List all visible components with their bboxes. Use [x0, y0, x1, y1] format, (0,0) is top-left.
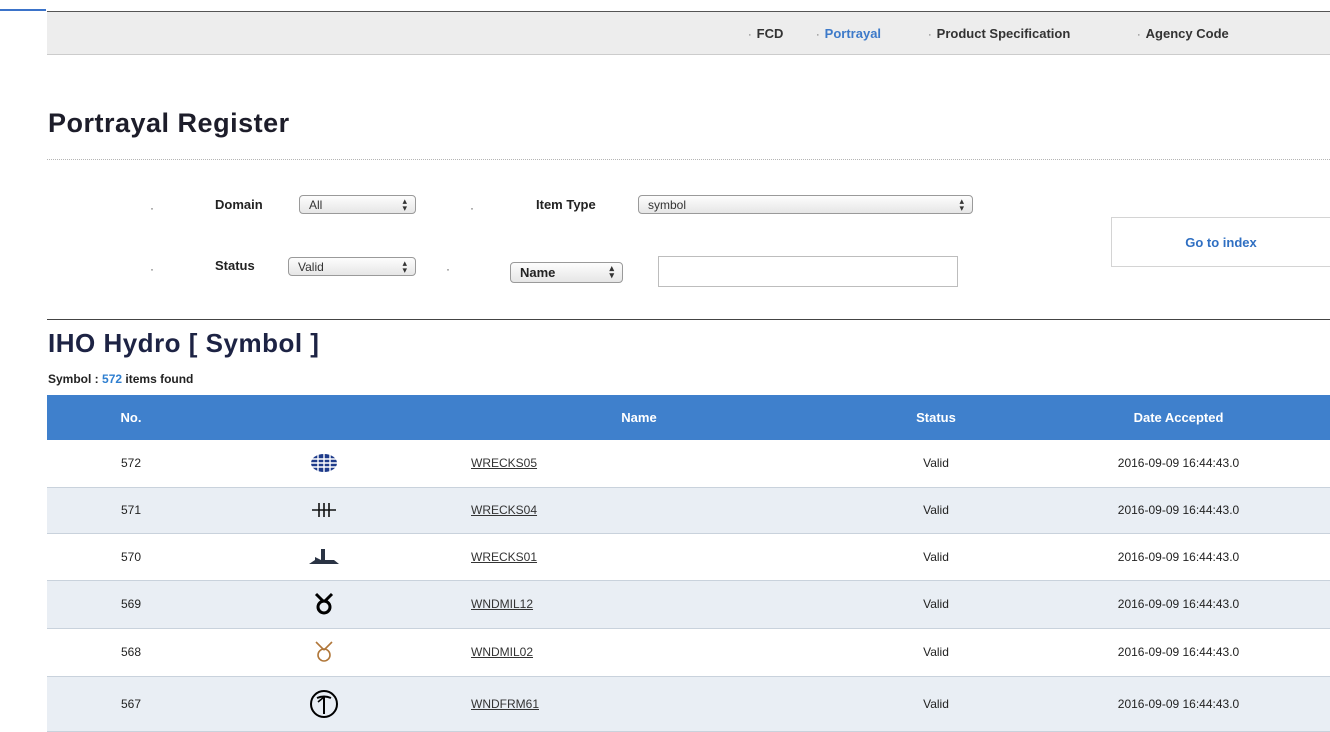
name-cell: WNDFRM61: [433, 676, 845, 732]
item-type-select[interactable]: symbol ▴ ▾: [638, 195, 973, 214]
wreck-hash-icon: [312, 503, 336, 517]
filter-bullet: ·: [446, 262, 450, 276]
nav-link-agency-code[interactable]: · Agency Code: [1137, 26, 1229, 41]
domain-label: Domain: [215, 197, 263, 212]
date-accepted-cell: 2016-09-09 16:44:43.0: [1027, 440, 1330, 488]
row-number: 572: [47, 440, 215, 488]
search-field-select[interactable]: Name ▴ ▾: [510, 262, 623, 283]
result-count-suffix: items found: [125, 372, 194, 386]
select-arrows-icon: ▴ ▾: [402, 258, 407, 275]
page-title: Portrayal Register: [48, 108, 290, 138]
table-row: 568 WNDMIL02 Valid 2016-09-09 16:44:43.0: [47, 628, 1330, 677]
symbol-name-link[interactable]: WRECKS04: [471, 503, 537, 517]
row-number: 571: [47, 487, 215, 534]
nav-bullet: ·: [1137, 29, 1141, 41]
column-header-no[interactable]: No.: [47, 395, 215, 440]
go-to-index-box: Go to index: [1111, 217, 1330, 267]
result-count-number: 572: [102, 372, 123, 386]
symbol-name-link[interactable]: WRECKS05: [471, 456, 537, 470]
filter-bullet: ·: [470, 201, 474, 215]
row-number: 568: [47, 628, 215, 677]
symbol-cell: [215, 580, 433, 629]
status-cell: Valid: [845, 676, 1027, 732]
select-arrows-icon: ▴ ▾: [609, 263, 614, 280]
name-cell: WRECKS04: [433, 487, 845, 534]
table-row: 572 WRECKS05 Valid 2016-09-09 16:44:43.0: [47, 440, 1330, 488]
nav-link-label: Agency Code: [1145, 26, 1229, 41]
results-table: No. Name Status Date Accepted 572 WRECKS…: [47, 395, 1330, 732]
status-cell: Valid: [845, 487, 1027, 534]
status-cell: Valid: [845, 533, 1027, 581]
row-number: 567: [47, 676, 215, 732]
domain-select[interactable]: All ▴ ▾: [299, 195, 416, 214]
row-number: 569: [47, 580, 215, 629]
date-accepted-cell: 2016-09-09 16:44:43.0: [1027, 676, 1330, 732]
item-type-select-value: symbol: [648, 198, 687, 212]
table-row: 567 WNDFRM61 Valid 2016-09-09 16:44:43.0: [47, 676, 1330, 732]
windmill-outline-icon: [315, 641, 333, 662]
nav-link-product-specification[interactable]: · Product Specification: [928, 26, 1070, 41]
symbol-name-link[interactable]: WNDMIL12: [471, 597, 533, 611]
nav-link-fcd[interactable]: · FCD: [748, 26, 783, 41]
result-count-prefix: Symbol :: [48, 372, 99, 386]
name-cell: WRECKS01: [433, 533, 845, 581]
search-input[interactable]: [658, 256, 958, 287]
name-cell: WNDMIL02: [433, 628, 845, 677]
status-select-value: Valid: [298, 260, 324, 274]
table-row: 569 WNDMIL12 Valid 2016-09-09 16:44:43.0: [47, 580, 1330, 629]
column-header-name[interactable]: Name: [433, 395, 845, 440]
title-divider: [47, 159, 1330, 160]
nav-bullet: ·: [928, 29, 932, 41]
date-accepted-cell: 2016-09-09 16:44:43.0: [1027, 533, 1330, 581]
nav-link-label: FCD: [756, 26, 784, 41]
table-header-row: No. Name Status Date Accepted: [47, 395, 1330, 440]
name-cell: WRECKS05: [433, 440, 845, 488]
status-cell: Valid: [845, 440, 1027, 488]
status-cell: Valid: [845, 580, 1027, 629]
section-title: IHO Hydro [ Symbol ]: [48, 328, 320, 358]
date-accepted-cell: 2016-09-09 16:44:43.0: [1027, 580, 1330, 629]
column-header-status[interactable]: Status: [845, 395, 1027, 440]
symbol-name-link[interactable]: WRECKS01: [471, 550, 537, 564]
name-cell: WNDMIL12: [433, 580, 845, 629]
filter-bullet: ·: [150, 201, 154, 215]
select-arrows-icon: ▴ ▾: [402, 196, 407, 213]
column-header-date-accepted[interactable]: Date Accepted: [1027, 395, 1330, 440]
result-count: Symbol : 572 items found: [48, 372, 193, 386]
nav-link-label: Product Specification: [936, 26, 1071, 41]
wind-turbine-circle-icon: [310, 689, 338, 718]
nav-link-portrayal[interactable]: · Portrayal: [816, 26, 881, 41]
item-type-label: Item Type: [536, 197, 596, 212]
nav-bullet: ·: [748, 29, 752, 41]
status-label: Status: [215, 258, 255, 273]
nav-link-label: Portrayal: [824, 26, 882, 41]
page-accent-line: [0, 9, 46, 11]
windmill-icon: [314, 592, 334, 615]
symbol-cell: [215, 533, 433, 581]
symbol-cell: [215, 628, 433, 677]
top-nav: · FCD · Portrayal · Product Specification ·…: [47, 11, 1330, 55]
status-cell: Valid: [845, 628, 1027, 677]
select-arrows-icon: ▴ ▾: [959, 196, 964, 213]
go-to-index-link[interactable]: Go to index: [1112, 235, 1330, 250]
status-select[interactable]: Valid ▴ ▾: [288, 257, 416, 276]
symbol-name-link[interactable]: WNDMIL02: [471, 645, 533, 659]
symbol-cell: [215, 676, 433, 732]
nav-bullet: ·: [816, 29, 820, 41]
symbol-name-link[interactable]: WNDFRM61: [471, 697, 539, 711]
column-header-icon: [215, 395, 433, 440]
table-row: 571 WRECKS04 Valid 2016-09-09 16:44:43.0: [47, 487, 1330, 534]
symbol-cell: [215, 440, 433, 488]
domain-select-value: All: [309, 198, 323, 212]
date-accepted-cell: 2016-09-09 16:44:43.0: [1027, 628, 1330, 677]
date-accepted-cell: 2016-09-09 16:44:43.0: [1027, 487, 1330, 534]
table-row: 570 WRECKS01 Valid 2016-09-09 16:44:43.0: [47, 533, 1330, 581]
symbol-cell: [215, 487, 433, 534]
search-field-select-value: Name: [520, 265, 556, 280]
wreck-grid-icon: [311, 454, 337, 473]
filter-bullet: ·: [150, 262, 154, 276]
section-divider: [47, 319, 1330, 320]
wreck-hull-icon: [309, 548, 339, 564]
row-number: 570: [47, 533, 215, 581]
